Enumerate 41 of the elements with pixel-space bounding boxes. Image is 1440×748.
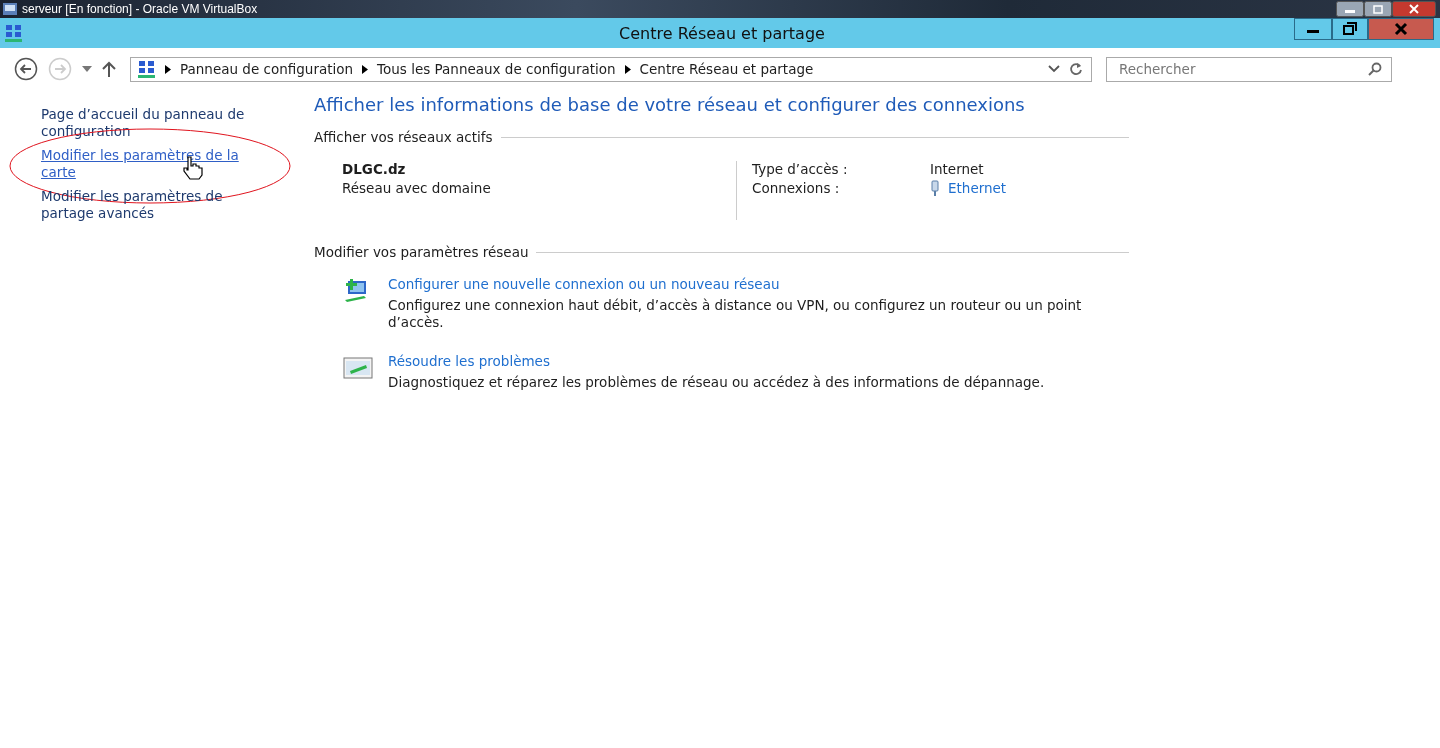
page-heading: Afficher les informations de base de votre réseau et configurer des connexions bbox=[314, 94, 1026, 115]
up-arrow-icon[interactable] bbox=[102, 61, 116, 77]
connection-link[interactable]: Ethernet bbox=[948, 180, 1007, 196]
task-link[interactable]: Résoudre les problèmes bbox=[388, 353, 1118, 369]
back-icon[interactable] bbox=[14, 57, 38, 81]
breadcrumb-item[interactable]: Panneau de configuration bbox=[180, 61, 354, 77]
search-field[interactable]: Rechercher bbox=[1106, 56, 1392, 82]
chevron-icon bbox=[624, 64, 631, 74]
field-label: Connexions : bbox=[752, 180, 841, 196]
network-name: DLGC.dz bbox=[342, 161, 407, 177]
chevron-icon bbox=[165, 64, 171, 74]
task-description: Diagnostiquez et réparez les problèmes de réseau ou accédez à des informations de dépannage. bbox=[388, 374, 1046, 391]
restore-icon[interactable] bbox=[1332, 18, 1368, 40]
monitor-icon bbox=[342, 355, 374, 381]
task-description: Configurez une connexion haut débit, d’accès à distance ou VPN, ou configurez un routeur ou un point d’accès. bbox=[388, 297, 1083, 331]
breadcrumb-item[interactable]: Centre Réseau et partage bbox=[639, 61, 814, 77]
restore-icon[interactable] bbox=[1364, 1, 1392, 17]
ethernet-icon bbox=[930, 180, 940, 196]
address-bar[interactable]: Panneau de configuration Tous les Panneaux de configuration Centre Réseau et partage bbox=[130, 56, 1092, 82]
close-icon[interactable] bbox=[1368, 18, 1434, 40]
window-title: Centre Réseau et partage bbox=[619, 23, 825, 43]
minimize-icon[interactable] bbox=[1294, 18, 1332, 40]
network-category: Réseau avec domaine bbox=[342, 180, 492, 196]
chevron-icon bbox=[362, 64, 369, 74]
section-title: Afficher vos réseaux actifs bbox=[314, 129, 493, 145]
caret-icon[interactable] bbox=[82, 66, 92, 72]
refresh-icon[interactable] bbox=[1069, 62, 1083, 76]
search-icon bbox=[1368, 61, 1382, 76]
task-link[interactable]: Configurer une nouvelle connexion ou un nouveau réseau bbox=[388, 276, 1118, 292]
field-label: Type d’accès : bbox=[752, 161, 849, 177]
network-icon bbox=[137, 59, 156, 79]
minimize-icon[interactable] bbox=[1336, 1, 1364, 17]
app-icon bbox=[2, 1, 18, 17]
section-title: Modifier vos paramètres réseau bbox=[314, 244, 529, 260]
window-title: serveur [En fonction] - Oracle VM VirtualBox bbox=[22, 2, 258, 16]
sidebar-link[interactable]: Modifier les paramètres de la carte bbox=[41, 147, 271, 181]
close-icon[interactable] bbox=[1392, 1, 1436, 17]
network-icon bbox=[4, 23, 23, 43]
breadcrumb-item[interactable]: Tous les Panneaux de configuration bbox=[377, 61, 616, 77]
field-value: Internet bbox=[930, 161, 985, 177]
dropdown-icon[interactable] bbox=[1048, 65, 1060, 73]
